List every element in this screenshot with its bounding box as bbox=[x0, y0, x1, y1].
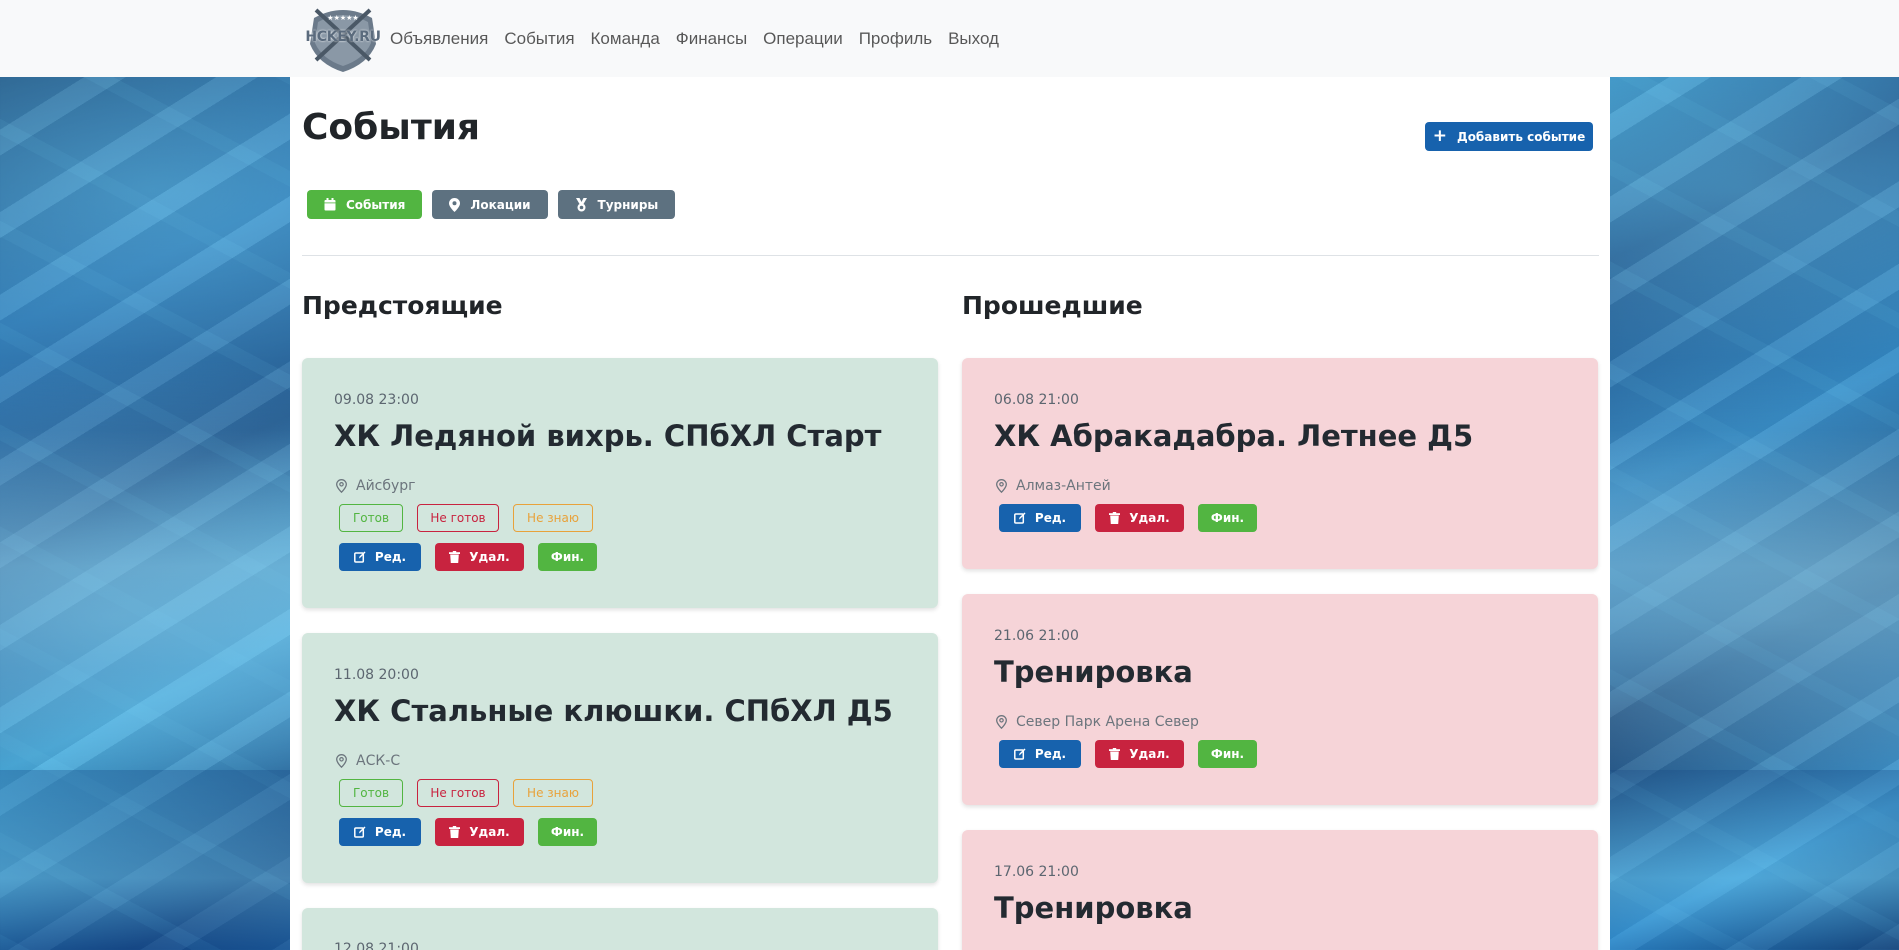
not-ready-button[interactable]: Не готов bbox=[417, 504, 499, 532]
map-pin-icon bbox=[449, 197, 461, 212]
past-heading: Прошедшие bbox=[962, 291, 1143, 320]
top-navbar: ★★★★★ HCKEY.RU Объявления События Команд… bbox=[0, 0, 1899, 77]
delete-label: Удал. bbox=[469, 550, 510, 564]
event-date: 21.06 21:00 bbox=[994, 628, 1079, 644]
edit-icon bbox=[1013, 748, 1026, 760]
event-location-label: Север Парк Арена Север bbox=[1016, 714, 1199, 730]
location-pin-icon bbox=[996, 715, 1007, 729]
location-pin-icon bbox=[996, 479, 1007, 493]
plus-icon: + bbox=[1432, 126, 1447, 146]
past-event-card: 21.06 21:00 Тренировка Север Парк Арена … bbox=[962, 594, 1598, 805]
nav-link-profile[interactable]: Профиль bbox=[859, 29, 932, 49]
tab-tournaments[interactable]: Турниры bbox=[557, 190, 676, 219]
nav-link-events[interactable]: События bbox=[504, 29, 574, 49]
nav-link-finances[interactable]: Финансы bbox=[676, 29, 747, 49]
delete-button[interactable]: Удал. bbox=[1095, 504, 1184, 532]
edit-icon bbox=[353, 551, 366, 563]
event-location: Север Парк Арена Север bbox=[996, 714, 1199, 730]
event-location-label: Алмаз-Антей bbox=[1016, 478, 1111, 494]
ready-button[interactable]: Готов bbox=[339, 779, 403, 807]
event-date: 12.08 21:00 bbox=[334, 941, 419, 950]
delete-label: Удал. bbox=[1129, 747, 1170, 761]
event-title[interactable]: Тренировка bbox=[994, 655, 1193, 689]
tab-events[interactable]: События bbox=[307, 190, 423, 219]
event-location: АСК-С bbox=[336, 753, 400, 769]
event-date: 06.08 21:00 bbox=[994, 392, 1079, 408]
event-card: 12.08 21:00 bbox=[302, 908, 938, 950]
section-tabs: События Локации Турниры bbox=[307, 190, 685, 219]
calendar-icon bbox=[324, 198, 336, 211]
event-title[interactable]: Тренировка bbox=[994, 891, 1193, 925]
tab-events-label: События bbox=[346, 197, 406, 212]
nav-link-announcements[interactable]: Объявления bbox=[390, 29, 488, 49]
logo-text: HCKEY.RU bbox=[305, 28, 381, 45]
add-event-label: Добавить событие bbox=[1457, 129, 1586, 144]
event-date: 11.08 20:00 bbox=[334, 667, 419, 683]
finance-button[interactable]: Фин. bbox=[538, 543, 597, 571]
event-date: 09.08 23:00 bbox=[334, 392, 419, 408]
event-actions: Ред. Удал. Фин. bbox=[999, 504, 1271, 532]
tab-tournaments-label: Турниры bbox=[597, 197, 659, 212]
page-title: События bbox=[302, 107, 481, 148]
main-container: События + Добавить событие События Локац… bbox=[290, 77, 1610, 950]
tab-locations-label: Локации bbox=[470, 197, 531, 212]
nav-link-logout[interactable]: Выход bbox=[948, 29, 999, 49]
svg-text:★★★★★: ★★★★★ bbox=[327, 14, 358, 22]
trash-icon bbox=[1109, 512, 1121, 524]
edit-label: Ред. bbox=[374, 825, 407, 839]
event-actions: Ред. Удал. Фин. bbox=[999, 740, 1271, 768]
not-ready-button[interactable]: Не готов bbox=[417, 779, 499, 807]
attendance-buttons: Готов Не готов Не знаю bbox=[339, 779, 607, 807]
finance-button[interactable]: Фин. bbox=[538, 818, 597, 846]
event-title[interactable]: ХК Ледяной вихрь. СПбХЛ Старт bbox=[334, 419, 882, 453]
delete-button[interactable]: Удал. bbox=[435, 818, 524, 846]
edit-icon bbox=[1013, 512, 1026, 524]
divider bbox=[302, 255, 1599, 256]
edit-button[interactable]: Ред. bbox=[999, 504, 1081, 532]
tab-locations[interactable]: Локации bbox=[432, 190, 548, 219]
event-location-label: АСК-С bbox=[356, 753, 401, 769]
finance-button[interactable]: Фин. bbox=[1198, 740, 1257, 768]
upcoming-heading: Предстоящие bbox=[302, 291, 503, 320]
past-event-card: 06.08 21:00 ХК Абракадабра. Летнее Д5 Ал… bbox=[962, 358, 1598, 569]
event-date: 17.06 21:00 bbox=[994, 864, 1079, 880]
event-location: Алмаз-Антей bbox=[996, 478, 1111, 494]
medal-icon bbox=[575, 197, 587, 211]
unknown-button[interactable]: Не знаю bbox=[513, 504, 593, 532]
event-card: 09.08 23:00 ХК Ледяной вихрь. СПбХЛ Стар… bbox=[302, 358, 938, 608]
location-pin-icon bbox=[336, 754, 347, 768]
edit-button[interactable]: Ред. bbox=[339, 543, 421, 571]
nav-link-operations[interactable]: Операции bbox=[763, 29, 843, 49]
edit-button[interactable]: Ред. bbox=[339, 818, 421, 846]
event-actions: Ред. Удал. Фин. bbox=[339, 543, 611, 571]
past-event-card: 17.06 21:00 Тренировка bbox=[962, 830, 1598, 950]
ready-button[interactable]: Готов bbox=[339, 504, 403, 532]
edit-icon bbox=[353, 826, 366, 838]
delete-label: Удал. bbox=[469, 825, 510, 839]
edit-label: Ред. bbox=[1034, 511, 1067, 525]
attendance-buttons: Готов Не готов Не знаю bbox=[339, 504, 607, 532]
nav-link-team[interactable]: Команда bbox=[591, 29, 660, 49]
event-title[interactable]: ХК Стальные клюшки. СПбХЛ Д5 bbox=[334, 694, 893, 728]
edit-label: Ред. bbox=[374, 550, 407, 564]
site-logo[interactable]: ★★★★★ HCKEY.RU bbox=[302, 4, 384, 74]
delete-button[interactable]: Удал. bbox=[1095, 740, 1184, 768]
event-location-label: Айсбург bbox=[356, 478, 416, 494]
location-pin-icon bbox=[336, 479, 347, 493]
trash-icon bbox=[449, 826, 461, 838]
finance-button[interactable]: Фин. bbox=[1198, 504, 1257, 532]
trash-icon bbox=[449, 551, 461, 563]
event-card: 11.08 20:00 ХК Стальные клюшки. СПбХЛ Д5… bbox=[302, 633, 938, 883]
delete-label: Удал. bbox=[1129, 511, 1170, 525]
unknown-button[interactable]: Не знаю bbox=[513, 779, 593, 807]
event-actions: Ред. Удал. Фин. bbox=[339, 818, 611, 846]
edit-button[interactable]: Ред. bbox=[999, 740, 1081, 768]
edit-label: Ред. bbox=[1034, 747, 1067, 761]
delete-button[interactable]: Удал. bbox=[435, 543, 524, 571]
event-location: Айсбург bbox=[336, 478, 416, 494]
add-event-button[interactable]: + Добавить событие bbox=[1425, 122, 1593, 151]
trash-icon bbox=[1109, 748, 1121, 760]
event-title[interactable]: ХК Абракадабра. Летнее Д5 bbox=[994, 419, 1473, 453]
